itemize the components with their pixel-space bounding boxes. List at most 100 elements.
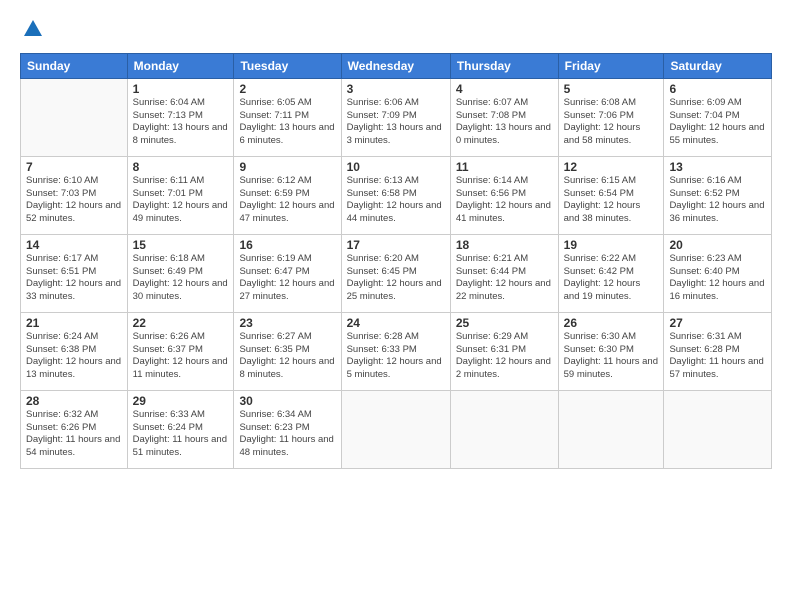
day-number: 6 [669, 82, 766, 96]
calendar-cell: 26Sunrise: 6:30 AMSunset: 6:30 PMDayligh… [558, 312, 664, 390]
day-info: Sunrise: 6:28 AMSunset: 6:33 PMDaylight:… [347, 331, 445, 382]
header [20, 18, 772, 45]
day-info: Sunrise: 6:08 AMSunset: 7:06 PMDaylight:… [564, 97, 659, 148]
logo-icon [22, 18, 44, 40]
day-info: Sunrise: 6:30 AMSunset: 6:30 PMDaylight:… [564, 331, 659, 382]
day-info: Sunrise: 6:27 AMSunset: 6:35 PMDaylight:… [239, 331, 335, 382]
calendar-cell: 14Sunrise: 6:17 AMSunset: 6:51 PMDayligh… [21, 234, 128, 312]
weekday-header-wednesday: Wednesday [341, 53, 450, 78]
week-row-1: 1Sunrise: 6:04 AMSunset: 7:13 PMDaylight… [21, 78, 772, 156]
calendar-cell: 11Sunrise: 6:14 AMSunset: 6:56 PMDayligh… [450, 156, 558, 234]
day-number: 9 [239, 160, 335, 174]
day-info: Sunrise: 6:18 AMSunset: 6:49 PMDaylight:… [133, 253, 229, 304]
week-row-3: 14Sunrise: 6:17 AMSunset: 6:51 PMDayligh… [21, 234, 772, 312]
calendar-cell: 5Sunrise: 6:08 AMSunset: 7:06 PMDaylight… [558, 78, 664, 156]
calendar-cell: 9Sunrise: 6:12 AMSunset: 6:59 PMDaylight… [234, 156, 341, 234]
day-info: Sunrise: 6:06 AMSunset: 7:09 PMDaylight:… [347, 97, 445, 148]
day-number: 18 [456, 238, 553, 252]
weekday-header-friday: Friday [558, 53, 664, 78]
calendar-cell: 19Sunrise: 6:22 AMSunset: 6:42 PMDayligh… [558, 234, 664, 312]
day-number: 12 [564, 160, 659, 174]
day-info: Sunrise: 6:31 AMSunset: 6:28 PMDaylight:… [669, 331, 766, 382]
day-number: 10 [347, 160, 445, 174]
day-info: Sunrise: 6:05 AMSunset: 7:11 PMDaylight:… [239, 97, 335, 148]
day-number: 24 [347, 316, 445, 330]
day-info: Sunrise: 6:32 AMSunset: 6:26 PMDaylight:… [26, 409, 122, 460]
day-number: 14 [26, 238, 122, 252]
day-number: 15 [133, 238, 229, 252]
day-info: Sunrise: 6:19 AMSunset: 6:47 PMDaylight:… [239, 253, 335, 304]
calendar-cell: 29Sunrise: 6:33 AMSunset: 6:24 PMDayligh… [127, 390, 234, 468]
calendar-cell: 2Sunrise: 6:05 AMSunset: 7:11 PMDaylight… [234, 78, 341, 156]
day-number: 8 [133, 160, 229, 174]
day-info: Sunrise: 6:16 AMSunset: 6:52 PMDaylight:… [669, 175, 766, 226]
weekday-header-row: SundayMondayTuesdayWednesdayThursdayFrid… [21, 53, 772, 78]
calendar-cell: 13Sunrise: 6:16 AMSunset: 6:52 PMDayligh… [664, 156, 772, 234]
calendar-cell: 3Sunrise: 6:06 AMSunset: 7:09 PMDaylight… [341, 78, 450, 156]
calendar-cell [341, 390, 450, 468]
day-info: Sunrise: 6:29 AMSunset: 6:31 PMDaylight:… [456, 331, 553, 382]
day-info: Sunrise: 6:11 AMSunset: 7:01 PMDaylight:… [133, 175, 229, 226]
calendar-cell: 17Sunrise: 6:20 AMSunset: 6:45 PMDayligh… [341, 234, 450, 312]
calendar: SundayMondayTuesdayWednesdayThursdayFrid… [20, 53, 772, 469]
day-info: Sunrise: 6:10 AMSunset: 7:03 PMDaylight:… [26, 175, 122, 226]
calendar-cell: 8Sunrise: 6:11 AMSunset: 7:01 PMDaylight… [127, 156, 234, 234]
day-number: 22 [133, 316, 229, 330]
day-number: 11 [456, 160, 553, 174]
calendar-cell [450, 390, 558, 468]
weekday-header-sunday: Sunday [21, 53, 128, 78]
calendar-cell: 23Sunrise: 6:27 AMSunset: 6:35 PMDayligh… [234, 312, 341, 390]
calendar-cell [21, 78, 128, 156]
page: SundayMondayTuesdayWednesdayThursdayFrid… [0, 0, 792, 612]
day-info: Sunrise: 6:15 AMSunset: 6:54 PMDaylight:… [564, 175, 659, 226]
day-info: Sunrise: 6:13 AMSunset: 6:58 PMDaylight:… [347, 175, 445, 226]
calendar-cell: 18Sunrise: 6:21 AMSunset: 6:44 PMDayligh… [450, 234, 558, 312]
day-info: Sunrise: 6:26 AMSunset: 6:37 PMDaylight:… [133, 331, 229, 382]
day-info: Sunrise: 6:17 AMSunset: 6:51 PMDaylight:… [26, 253, 122, 304]
day-number: 27 [669, 316, 766, 330]
calendar-cell: 30Sunrise: 6:34 AMSunset: 6:23 PMDayligh… [234, 390, 341, 468]
calendar-cell: 20Sunrise: 6:23 AMSunset: 6:40 PMDayligh… [664, 234, 772, 312]
weekday-header-monday: Monday [127, 53, 234, 78]
day-number: 30 [239, 394, 335, 408]
calendar-cell: 15Sunrise: 6:18 AMSunset: 6:49 PMDayligh… [127, 234, 234, 312]
day-number: 26 [564, 316, 659, 330]
calendar-cell: 27Sunrise: 6:31 AMSunset: 6:28 PMDayligh… [664, 312, 772, 390]
day-number: 17 [347, 238, 445, 252]
day-info: Sunrise: 6:21 AMSunset: 6:44 PMDaylight:… [456, 253, 553, 304]
day-info: Sunrise: 6:09 AMSunset: 7:04 PMDaylight:… [669, 97, 766, 148]
day-number: 28 [26, 394, 122, 408]
calendar-cell: 22Sunrise: 6:26 AMSunset: 6:37 PMDayligh… [127, 312, 234, 390]
day-info: Sunrise: 6:07 AMSunset: 7:08 PMDaylight:… [456, 97, 553, 148]
calendar-cell: 16Sunrise: 6:19 AMSunset: 6:47 PMDayligh… [234, 234, 341, 312]
weekday-header-saturday: Saturday [664, 53, 772, 78]
logo [20, 18, 44, 45]
calendar-cell [664, 390, 772, 468]
day-info: Sunrise: 6:22 AMSunset: 6:42 PMDaylight:… [564, 253, 659, 304]
day-number: 25 [456, 316, 553, 330]
weekday-header-tuesday: Tuesday [234, 53, 341, 78]
day-info: Sunrise: 6:23 AMSunset: 6:40 PMDaylight:… [669, 253, 766, 304]
day-info: Sunrise: 6:14 AMSunset: 6:56 PMDaylight:… [456, 175, 553, 226]
day-number: 21 [26, 316, 122, 330]
day-number: 23 [239, 316, 335, 330]
day-number: 3 [347, 82, 445, 96]
calendar-cell: 25Sunrise: 6:29 AMSunset: 6:31 PMDayligh… [450, 312, 558, 390]
calendar-cell: 28Sunrise: 6:32 AMSunset: 6:26 PMDayligh… [21, 390, 128, 468]
week-row-5: 28Sunrise: 6:32 AMSunset: 6:26 PMDayligh… [21, 390, 772, 468]
day-number: 16 [239, 238, 335, 252]
week-row-2: 7Sunrise: 6:10 AMSunset: 7:03 PMDaylight… [21, 156, 772, 234]
day-number: 29 [133, 394, 229, 408]
week-row-4: 21Sunrise: 6:24 AMSunset: 6:38 PMDayligh… [21, 312, 772, 390]
calendar-cell: 6Sunrise: 6:09 AMSunset: 7:04 PMDaylight… [664, 78, 772, 156]
day-number: 20 [669, 238, 766, 252]
day-info: Sunrise: 6:20 AMSunset: 6:45 PMDaylight:… [347, 253, 445, 304]
calendar-cell: 10Sunrise: 6:13 AMSunset: 6:58 PMDayligh… [341, 156, 450, 234]
day-info: Sunrise: 6:04 AMSunset: 7:13 PMDaylight:… [133, 97, 229, 148]
day-info: Sunrise: 6:34 AMSunset: 6:23 PMDaylight:… [239, 409, 335, 460]
calendar-cell: 24Sunrise: 6:28 AMSunset: 6:33 PMDayligh… [341, 312, 450, 390]
day-number: 1 [133, 82, 229, 96]
day-number: 19 [564, 238, 659, 252]
day-info: Sunrise: 6:12 AMSunset: 6:59 PMDaylight:… [239, 175, 335, 226]
calendar-cell: 21Sunrise: 6:24 AMSunset: 6:38 PMDayligh… [21, 312, 128, 390]
